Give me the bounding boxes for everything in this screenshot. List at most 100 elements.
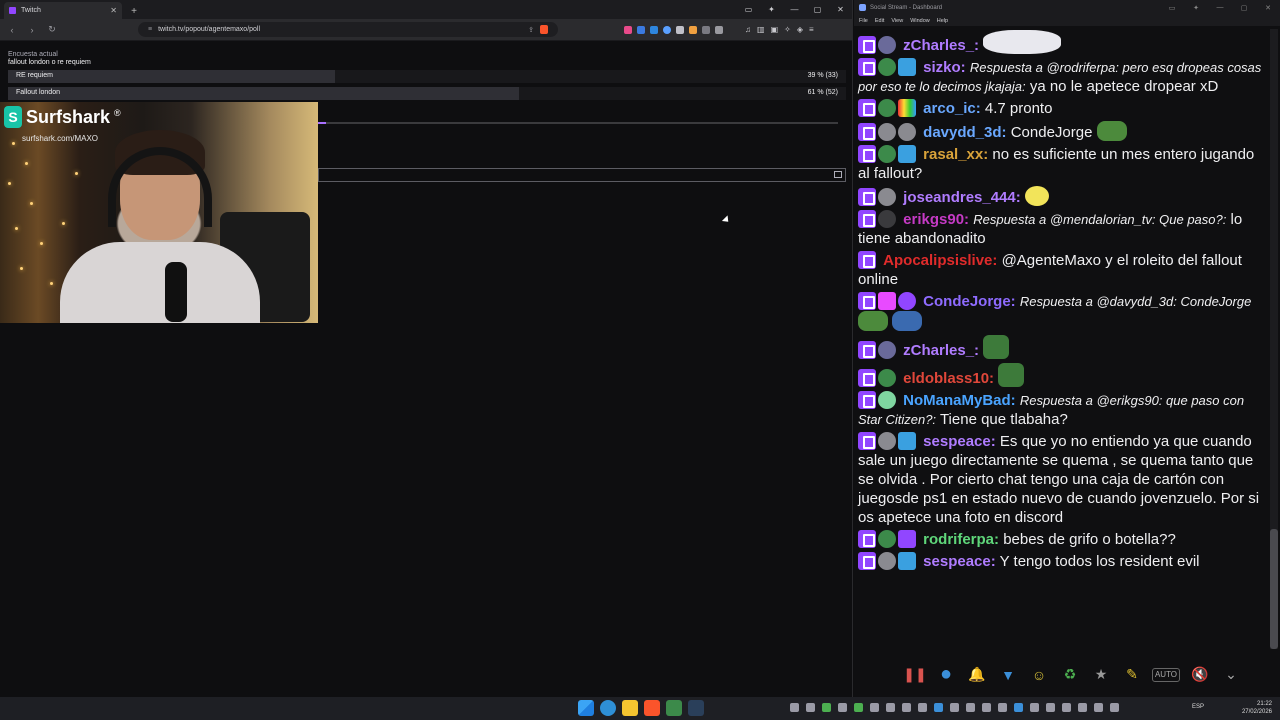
tray-icon[interactable] (902, 703, 911, 712)
chat-scrollbar[interactable] (1270, 29, 1278, 649)
chat-username[interactable]: rasal_xx: (923, 146, 988, 163)
sidebar-icon[interactable]: ▥ (757, 25, 765, 34)
tray-icon[interactable] (966, 703, 975, 712)
emoji-icon[interactable]: ☺ (1028, 664, 1050, 686)
star-icon[interactable]: ★ (1090, 664, 1112, 686)
maximize-button[interactable]: ▢ (1232, 4, 1256, 12)
chat-username[interactable]: Apocalipsislive: (883, 252, 997, 269)
popout-icon[interactable] (834, 171, 842, 178)
collapse-icon[interactable]: ⌄ (1220, 664, 1242, 686)
tray-icon[interactable] (870, 703, 879, 712)
extension-icon[interactable] (637, 25, 645, 34)
obs-icon[interactable] (666, 700, 682, 716)
extension-icon[interactable] (715, 25, 723, 34)
broom-icon[interactable]: ✎ (1121, 664, 1143, 686)
mute-icon[interactable]: 🔇 (1189, 664, 1211, 686)
chat-username[interactable]: sespeace: (923, 553, 996, 570)
new-tab-button[interactable]: + (126, 3, 142, 19)
chat-bubble-icon[interactable]: ● (935, 663, 957, 686)
chat-username[interactable]: arco_ic: (923, 100, 981, 117)
chat-message-list[interactable]: zCharles_: sizko: Respuesta a @rodriferp… (854, 29, 1268, 650)
pin-icon[interactable]: ✦ (760, 0, 783, 19)
tray-icon[interactable] (998, 703, 1007, 712)
extension-icon[interactable] (663, 25, 671, 34)
poll-chat-input[interactable] (318, 168, 846, 182)
tray-icon[interactable] (950, 703, 959, 712)
brave-shield-icon[interactable] (540, 25, 548, 34)
tray-icon[interactable] (1078, 703, 1087, 712)
menu-edit[interactable]: Edit (875, 18, 884, 24)
chat-username[interactable]: NoManaMyBad: (903, 392, 1016, 409)
wallet-icon[interactable]: ▣ (771, 25, 779, 34)
tray-icon[interactable] (838, 703, 847, 712)
tray-icon[interactable] (822, 703, 831, 712)
tray-icon[interactable] (854, 703, 863, 712)
scrollbar-thumb[interactable] (1270, 529, 1278, 649)
filter-icon[interactable]: ▼ (997, 664, 1019, 686)
reload-icon[interactable]: ↻ (46, 24, 58, 35)
file-explorer-icon[interactable] (622, 700, 638, 716)
chat-username[interactable]: davydd_3d: (923, 124, 1006, 141)
chat-username[interactable]: CondeJorge: (923, 293, 1016, 310)
forward-icon[interactable]: › (26, 25, 38, 35)
tab-twitch[interactable]: Twitch ✕ (4, 2, 122, 19)
pin-icon[interactable]: ✦ (1184, 4, 1208, 12)
url-field[interactable]: ≡ twitch.tv/popout/agentemaxo/poll ⇪ (138, 22, 558, 37)
extension-icon[interactable] (624, 25, 632, 34)
minimize-button[interactable]: — (783, 0, 806, 19)
close-button[interactable]: ✕ (1256, 4, 1280, 12)
menu-icon[interactable]: ≡ (809, 25, 814, 34)
tray-icon[interactable] (1094, 703, 1103, 712)
brave-browser-icon[interactable] (644, 700, 660, 716)
tray-icon[interactable] (886, 703, 895, 712)
chat-username[interactable]: joseandres_444: (903, 189, 1021, 206)
widgets-icon[interactable] (600, 700, 616, 716)
tray-icon[interactable] (1014, 703, 1023, 712)
leo-icon[interactable]: ✧ (784, 25, 791, 34)
windows-start-icon[interactable] (578, 700, 594, 716)
extension-icon[interactable] (676, 25, 684, 34)
share-icon[interactable]: ⇪ (528, 26, 534, 34)
minimize-button[interactable]: — (1208, 4, 1232, 12)
chat-username[interactable]: erikgs90: (903, 211, 969, 228)
bell-icon[interactable]: 🔔 (966, 664, 988, 686)
chat-username[interactable]: zCharles_: (903, 37, 979, 54)
site-info-icon[interactable]: ≡ (148, 26, 152, 33)
vpn-icon[interactable]: ◈ (797, 25, 803, 34)
tray-icon[interactable] (806, 703, 815, 712)
music-icon[interactable]: ♫ (745, 25, 751, 34)
tray-icon[interactable] (918, 703, 927, 712)
tab-close-icon[interactable]: ✕ (110, 6, 117, 15)
menu-window[interactable]: Window (910, 18, 930, 24)
tray-icon[interactable] (934, 703, 943, 712)
menu-view[interactable]: View (891, 18, 903, 24)
chat-username[interactable]: sespeace: (923, 433, 996, 450)
close-button[interactable]: ✕ (829, 0, 852, 19)
extension-icon[interactable] (689, 25, 697, 34)
auto-icon[interactable]: AUTO (1152, 667, 1180, 682)
tray-icon[interactable] (1062, 703, 1071, 712)
chat-username[interactable]: zCharles_: (903, 342, 979, 359)
steam-icon[interactable] (688, 700, 704, 716)
back-icon[interactable]: ‹ (6, 25, 18, 35)
tab-search-icon[interactable]: ▭ (1160, 4, 1184, 12)
emote-icon (858, 311, 888, 331)
tray-icon[interactable] (1110, 703, 1119, 712)
tray-icon[interactable] (1030, 703, 1039, 712)
tray-icon[interactable] (982, 703, 991, 712)
extension-icon[interactable] (702, 25, 710, 34)
pause-icon[interactable]: ❚❚ (903, 664, 926, 686)
language-indicator[interactable]: ESP (1192, 704, 1204, 710)
tray-icon[interactable] (790, 703, 799, 712)
chat-username[interactable]: rodriferpa: (923, 531, 999, 548)
maximize-button[interactable]: ▢ (806, 0, 829, 19)
tray-icon[interactable] (1046, 703, 1055, 712)
chat-username[interactable]: eldoblass10: (903, 370, 994, 387)
menu-file[interactable]: File (859, 18, 868, 24)
taskbar-clock[interactable]: 21:22 27/02/2026 (1242, 700, 1272, 716)
recycle-icon[interactable]: ♻ (1059, 664, 1081, 686)
extension-icon[interactable] (650, 25, 658, 34)
menu-help[interactable]: Help (937, 18, 948, 24)
tab-search-icon[interactable]: ▭ (737, 0, 760, 19)
chat-username[interactable]: sizko: (923, 59, 966, 76)
